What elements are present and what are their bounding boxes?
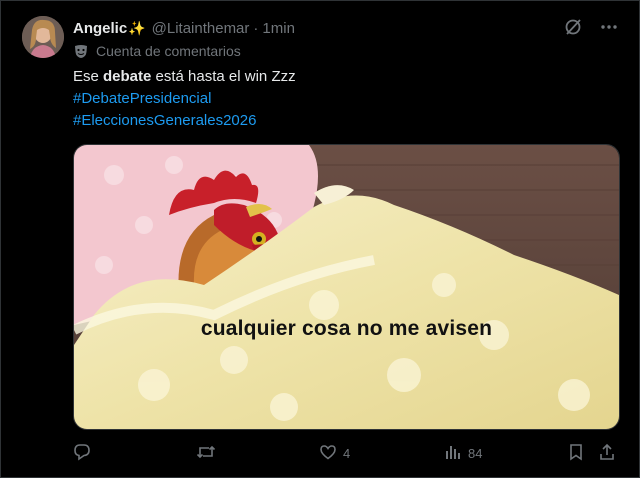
post-top-actions [564,18,618,41]
more-dots-icon[interactable] [600,18,618,41]
views-bars-icon [444,443,462,464]
text-segment: está hasta el win Zzz [151,68,296,85]
post-text-line: Ese debate está hasta el win Zzz [73,66,296,88]
hashtag-link[interactable]: #DebatePresidencial [73,88,296,110]
separator-dot: · [253,19,259,37]
repost-icon [196,443,216,464]
heart-icon [319,443,337,464]
views-count: 84 [468,446,483,461]
post-text: Ese debate está hasta el win Zzz #Debate… [73,66,296,132]
like-button[interactable]: 4 [319,443,350,464]
community-label: Cuenta de comentarios [96,43,241,59]
like-count: 4 [343,446,351,461]
text-bold-segment: debate [103,68,152,85]
post-image[interactable]: cualquier cosa no me avisen [73,144,620,430]
hashtag-link[interactable]: #EleccionesGenerales2026 [73,110,296,132]
post-header: Angelic ✨ @Litainthemar · 1min [73,18,295,38]
sparkle-emoji: ✨ [128,19,146,36]
bookmark-button[interactable] [568,443,584,464]
avatar[interactable] [22,16,64,58]
text-segment: Ese [73,68,104,85]
grok-slash-icon[interactable] [564,18,582,41]
views-button[interactable]: 84 [444,443,482,464]
theater-mask-icon [73,43,89,59]
author-name[interactable]: Angelic [73,20,127,37]
share-icon [598,443,616,464]
share-button[interactable] [598,443,616,464]
reply-button[interactable] [73,443,97,464]
community-line[interactable]: Cuenta de comentarios [73,43,241,59]
author-handle[interactable]: @Litainthemar [152,20,250,37]
repost-button[interactable] [196,443,222,464]
post-timestamp[interactable]: 1min [262,20,295,37]
meme-illustration [74,145,619,429]
post-action-bar: 4 84 [73,443,618,465]
reply-bubble-icon [73,443,91,464]
bookmark-icon [568,443,584,464]
meme-caption: cualquier cosa no me avisen [200,317,493,340]
